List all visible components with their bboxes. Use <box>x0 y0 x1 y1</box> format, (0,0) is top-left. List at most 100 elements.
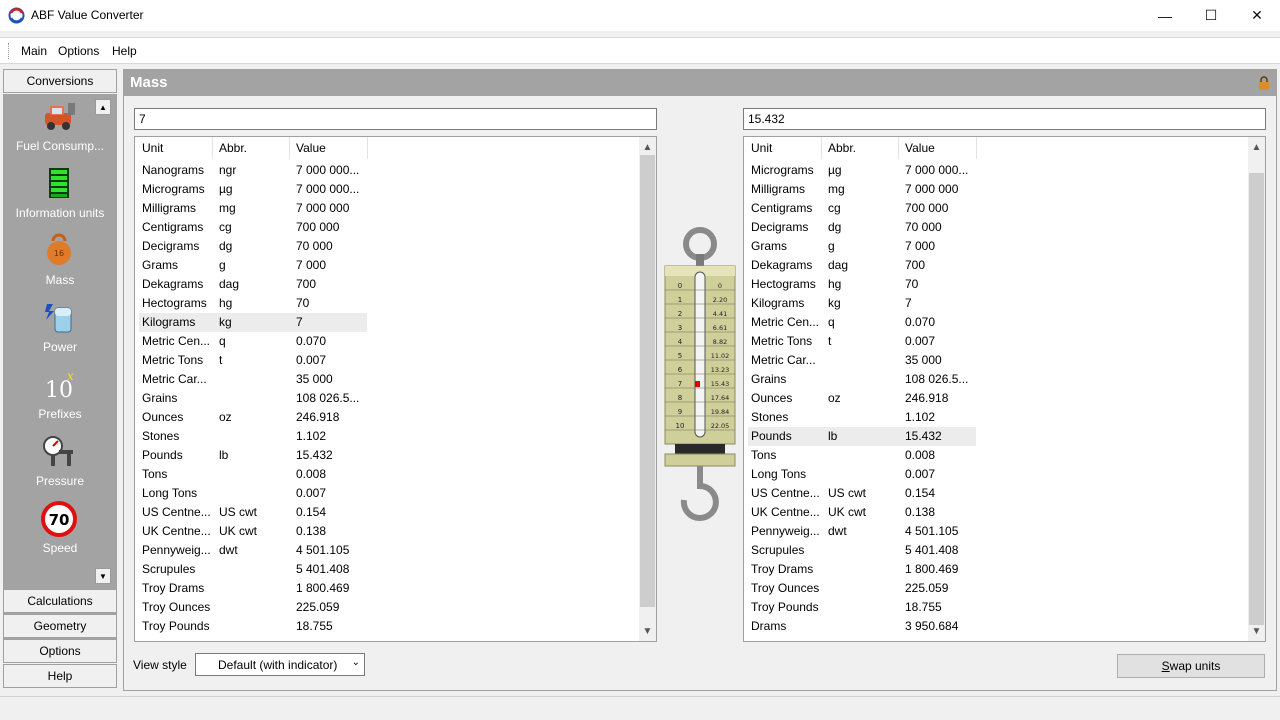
table-row[interactable]: Grams g 7 000 <box>139 256 367 275</box>
column-abbr-header[interactable]: Abbr. <box>219 141 247 155</box>
view-style-value: Default (with indicator) <box>218 658 338 672</box>
table-row[interactable]: Troy Ounces 225.059 <box>139 598 367 617</box>
scroll-up-arrow-icon[interactable]: ▲ <box>639 139 656 155</box>
table-row[interactable]: Pennyweig... dwt 4 501.105 <box>139 541 367 560</box>
nav-options-button[interactable]: Options <box>3 639 117 663</box>
table-row[interactable]: Milligrams mg 7 000 000 <box>748 180 976 199</box>
right-value-input[interactable] <box>743 108 1266 130</box>
column-unit-header[interactable]: Unit <box>142 141 163 155</box>
scale-ring-icon <box>683 227 717 261</box>
table-row[interactable]: Centigrams cg 700 000 <box>748 199 976 218</box>
table-row[interactable]: Nanograms ngr 7 000 000... <box>139 161 367 180</box>
table-row[interactable]: US Centne... US cwt 0.154 <box>748 484 976 503</box>
column-unit-header[interactable]: Unit <box>751 141 772 155</box>
table-row[interactable]: Metric Tons t 0.007 <box>139 351 367 370</box>
table-row[interactable]: Scrupules 5 401.408 <box>748 541 976 560</box>
table-row[interactable]: Troy Drams 1 800.469 <box>748 560 976 579</box>
table-row[interactable]: Grams g 7 000 <box>748 237 976 256</box>
view-style-dropdown[interactable]: Default (with indicator) ⌄ <box>195 653 365 676</box>
table-row[interactable]: Micrograms µg 7 000 000... <box>748 161 976 180</box>
table-row[interactable]: Ounces oz 246.918 <box>748 389 976 408</box>
table-row[interactable]: Hectograms hg 70 <box>139 294 367 313</box>
menu-help[interactable]: Help <box>112 44 137 58</box>
abbr-cell: dg <box>219 239 233 253</box>
table-row[interactable]: Scrupules 5 401.408 <box>139 560 367 579</box>
table-row[interactable]: Metric Car... 35 000 <box>139 370 367 389</box>
scroll-down-arrow-icon[interactable]: ▼ <box>1248 623 1265 639</box>
table-row[interactable]: Decigrams dg 70 000 <box>139 237 367 256</box>
table-row[interactable]: UK Centne... UK cwt 0.138 <box>139 522 367 541</box>
table-row[interactable]: Drams 3 950.684 <box>748 617 976 636</box>
column-value-header[interactable]: Value <box>905 141 935 155</box>
table-row[interactable]: Dekagrams dag 700 <box>139 275 367 294</box>
table-row[interactable]: Dekagrams dag 700 <box>748 256 976 275</box>
table-row[interactable]: Pounds lb 15.432 <box>748 427 976 446</box>
minimize-button[interactable]: — <box>1142 0 1188 31</box>
table-row[interactable]: Pounds lb 15.432 <box>139 446 367 465</box>
nav-scroll-down-button[interactable]: ▼ <box>95 568 111 584</box>
table-row[interactable]: US Centne... US cwt 0.154 <box>139 503 367 522</box>
table-row[interactable]: Stones 1.102 <box>748 408 976 427</box>
table-row[interactable]: Ounces oz 246.918 <box>139 408 367 427</box>
swap-units-button[interactable]: Swap units <box>1117 654 1265 678</box>
scroll-thumb[interactable] <box>640 155 655 607</box>
nav-help-button[interactable]: Help <box>3 664 117 688</box>
table-row[interactable]: Tons 0.008 <box>139 465 367 484</box>
table-row[interactable]: Metric Car... 35 000 <box>748 351 976 370</box>
unit-cell: Decigrams <box>751 220 809 234</box>
table-row[interactable]: Metric Cen... q 0.070 <box>139 332 367 351</box>
left-value-input[interactable] <box>134 108 657 130</box>
nav-item-power[interactable]: Power <box>3 300 117 362</box>
nav-scroll-up-button[interactable]: ▲ <box>95 99 111 115</box>
unit-cell: Hectograms <box>142 296 207 310</box>
table-row[interactable]: Troy Pounds 18.755 <box>139 617 367 636</box>
value-cell: 225.059 <box>905 581 949 595</box>
abbr-cell: q <box>219 334 226 348</box>
table-row[interactable]: Kilograms kg 7 <box>139 313 367 332</box>
nav-item-information-units[interactable]: Information units <box>3 166 117 228</box>
table-row[interactable]: Troy Ounces 225.059 <box>748 579 976 598</box>
table-row[interactable]: Grains 108 026.5... <box>748 370 976 389</box>
table-row[interactable]: Grains 108 026.5... <box>139 389 367 408</box>
menu-main[interactable]: Main <box>21 44 47 58</box>
table-row[interactable]: Long Tons 0.007 <box>748 465 976 484</box>
nav-header-conversions[interactable]: Conversions <box>3 69 117 93</box>
table-row[interactable]: Hectograms hg 70 <box>748 275 976 294</box>
table-row[interactable]: Stones 1.102 <box>139 427 367 446</box>
table-row[interactable]: Kilograms kg 7 <box>748 294 976 313</box>
nav-item-speed[interactable]: 70 Speed <box>3 501 117 563</box>
value-cell: 700 <box>905 258 926 272</box>
table-row[interactable]: Decigrams dg 70 000 <box>748 218 976 237</box>
value-cell: 7 <box>296 315 303 329</box>
table-row[interactable]: Pennyweig... dwt 4 501.105 <box>748 522 976 541</box>
nav-item-pressure[interactable]: Pressure <box>3 434 117 496</box>
table-row[interactable]: Milligrams mg 7 000 000 <box>139 199 367 218</box>
right-unit-list[interactable]: Unit Abbr. Value Micrograms µg 7 000 000..… <box>743 136 1266 642</box>
nav-item-mass[interactable]: 16 Mass <box>3 233 117 295</box>
scroll-down-arrow-icon[interactable]: ▼ <box>639 623 656 639</box>
table-row[interactable]: UK Centne... UK cwt 0.138 <box>748 503 976 522</box>
menu-options[interactable]: Options <box>58 44 99 58</box>
right-list-scrollbar[interactable]: ▲ ▼ <box>1248 137 1265 641</box>
table-row[interactable]: Troy Drams 1 800.469 <box>139 579 367 598</box>
scroll-up-arrow-icon[interactable]: ▲ <box>1248 139 1265 155</box>
scroll-thumb[interactable] <box>1249 173 1264 625</box>
nav-geometry-button[interactable]: Geometry <box>3 614 117 638</box>
table-row[interactable]: Metric Cen... q 0.070 <box>748 313 976 332</box>
column-value-header[interactable]: Value <box>296 141 326 155</box>
table-row[interactable]: Long Tons 0.007 <box>139 484 367 503</box>
table-row[interactable]: Centigrams cg 700 000 <box>139 218 367 237</box>
left-list-scrollbar[interactable]: ▲ ▼ <box>639 137 656 641</box>
table-row[interactable]: Micrograms µg 7 000 000... <box>139 180 367 199</box>
maximize-button[interactable]: ☐ <box>1188 0 1234 31</box>
table-row[interactable]: Metric Tons t 0.007 <box>748 332 976 351</box>
close-button[interactable]: ✕ <box>1234 0 1280 31</box>
table-row[interactable]: Tons 0.008 <box>748 446 976 465</box>
lock-icon[interactable] <box>1258 76 1270 90</box>
nav-calculations-button[interactable]: Calculations <box>3 589 117 613</box>
left-unit-list[interactable]: Unit Abbr. Value Nanograms ngr 7 000 000..… <box>134 136 657 642</box>
column-abbr-header[interactable]: Abbr. <box>828 141 856 155</box>
nav-item-prefixes[interactable]: 10 x Prefixes <box>3 367 117 429</box>
unit-cell: Micrograms <box>142 182 205 196</box>
table-row[interactable]: Troy Pounds 18.755 <box>748 598 976 617</box>
